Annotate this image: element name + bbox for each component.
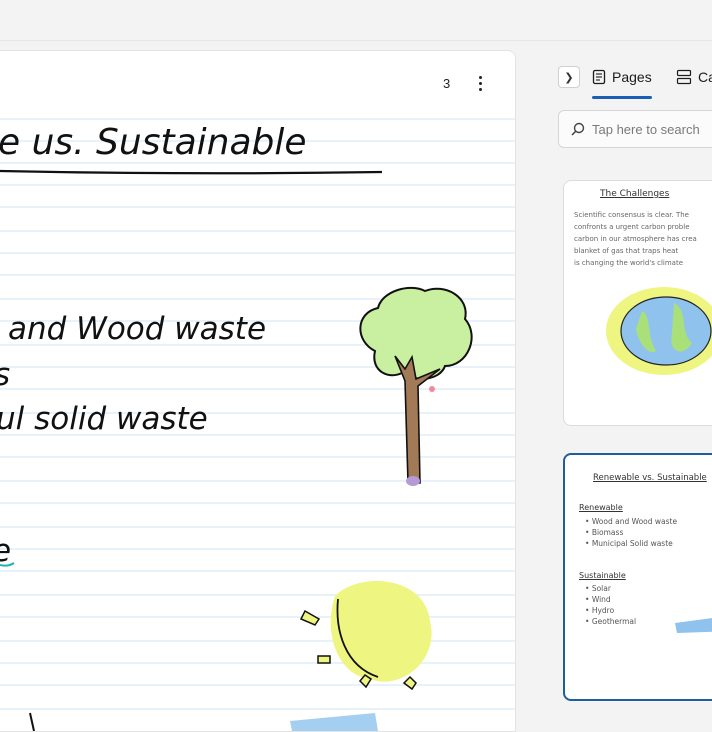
- collapse-panel-button[interactable]: ❯: [558, 66, 580, 88]
- search-input[interactable]: Tap here to search: [558, 110, 712, 148]
- sun-drawing: [299, 581, 432, 691]
- search-icon: [571, 122, 585, 136]
- title-bar: [0, 0, 712, 41]
- note-drawing: e us. Sustainable and Wood waste s ul so…: [0, 118, 515, 731]
- page-thumbnail-renewable[interactable]: Renewable vs. Sustainable Renewable • Wo…: [563, 453, 712, 701]
- handwriting-line-4: e: [0, 533, 11, 569]
- thumbnail-list-item: • Hydro: [585, 606, 615, 615]
- tree-drawing: [359, 286, 473, 486]
- thumbnail-list-item: • Wind: [585, 595, 611, 604]
- heading-underline: [0, 169, 383, 175]
- pages-icon: [592, 69, 606, 85]
- thumbnail-sun-drawing: [675, 618, 712, 633]
- thumbnail-text: Scientific consensus is clear. The: [574, 211, 689, 219]
- thumbnail-list-item: • Wood and Wood waste: [585, 517, 678, 526]
- more-dot-icon: [478, 87, 482, 91]
- more-dot-icon: [478, 81, 482, 85]
- page-thumbnail-challenges[interactable]: The Challenges Scientific consensus is c…: [563, 180, 712, 426]
- thumbnail-text: carbon in our atmosphere has crea: [574, 235, 697, 243]
- ink-stroke: [29, 712, 35, 731]
- handwriting-line-2: s: [0, 357, 10, 393]
- thumbnail-text: blanket of gas that traps heat: [574, 247, 679, 255]
- thumbnail-text: confronts a urgent carbon proble: [574, 223, 690, 231]
- thumbnail-list-item: • Biomass: [585, 528, 624, 537]
- earth-drawing: [606, 287, 712, 375]
- page-heading: e us. Sustainable: [0, 122, 307, 163]
- page-count: 3: [443, 76, 451, 91]
- note-canvas[interactable]: e us. Sustainable and Wood waste s ul so…: [0, 50, 516, 732]
- thumbnail-section-heading: Renewable: [579, 503, 623, 512]
- pages-panel: ❯ Pages Ca Tap here to search The Challe…: [530, 50, 712, 720]
- thumbnail-list-item: • Geothermal: [585, 617, 637, 626]
- thumbnail-list-item: • Solar: [585, 584, 611, 593]
- thumbnail-list-item: • Municipal Solid waste: [585, 539, 673, 548]
- chevron-right-icon: ❯: [564, 70, 574, 84]
- handwriting-line-1: and Wood waste: [8, 311, 266, 347]
- tab-pages[interactable]: Pages: [592, 64, 652, 90]
- thumbnail-title: The Challenges: [600, 189, 670, 199]
- thumbnail-section-heading: Sustainable: [579, 571, 626, 580]
- blue-marker-stroke: [290, 713, 378, 731]
- active-tab-indicator: [592, 96, 652, 99]
- search-placeholder: Tap here to search: [592, 121, 700, 137]
- more-dot-icon: [478, 75, 482, 79]
- handwriting-line-3: ul solid waste: [0, 401, 208, 437]
- tab-pages-label: Pages: [612, 69, 652, 85]
- tab-sections-label: Ca: [698, 69, 712, 85]
- tab-sections[interactable]: Ca: [676, 64, 712, 90]
- more-options-button[interactable]: [470, 70, 490, 96]
- thumbnail-text: is changing the world's climate: [574, 259, 684, 267]
- thumbnail-title: Renewable vs. Sustainable: [593, 473, 707, 483]
- sections-icon: [676, 69, 692, 85]
